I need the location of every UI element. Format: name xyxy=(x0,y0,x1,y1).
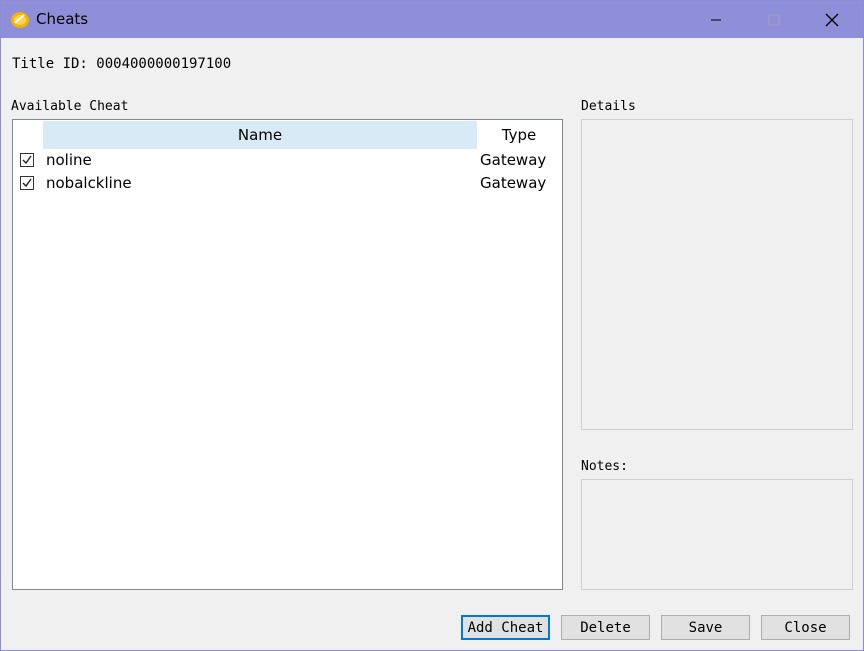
title-bar[interactable]: Cheats xyxy=(1,1,863,38)
cheat-type: Gateway xyxy=(480,151,547,169)
cheats-window: Cheats Title ID: 0004000000197100 Availa… xyxy=(0,0,864,651)
notes-box[interactable] xyxy=(581,479,853,590)
add-cheat-button[interactable]: Add Cheat xyxy=(461,615,550,640)
app-icon xyxy=(10,10,30,30)
cheat-name: nobalckline xyxy=(46,174,132,192)
close-button[interactable]: Close xyxy=(761,615,850,640)
enable-checkbox[interactable] xyxy=(20,153,34,167)
delete-button[interactable]: Delete xyxy=(561,615,650,640)
column-header-type[interactable]: Type xyxy=(479,121,559,149)
enable-checkbox[interactable] xyxy=(20,176,34,190)
available-cheat-label: Available Cheat xyxy=(11,99,129,114)
checkmark-icon xyxy=(22,155,32,165)
cheat-type: Gateway xyxy=(480,174,547,192)
window-title: Cheats xyxy=(36,10,89,28)
cheat-list[interactable]: Name Type noline Gateway nobalckline Gat… xyxy=(12,119,563,590)
title-id-label: Title ID: 0004000000197100 xyxy=(12,56,232,72)
minimize-icon xyxy=(711,19,721,20)
close-icon xyxy=(825,13,839,26)
details-label: Details xyxy=(581,99,636,114)
details-box[interactable] xyxy=(581,119,853,430)
list-item[interactable]: noline Gateway xyxy=(13,150,562,172)
close-window-button[interactable] xyxy=(809,1,855,38)
minimize-button[interactable] xyxy=(693,1,739,38)
maximize-icon xyxy=(768,14,780,25)
maximize-button[interactable] xyxy=(751,1,797,38)
column-header-name[interactable]: Name xyxy=(43,121,477,149)
list-item[interactable]: nobalckline Gateway xyxy=(13,173,562,195)
notes-label: Notes: xyxy=(581,459,628,474)
cheat-name: noline xyxy=(46,151,92,169)
save-button[interactable]: Save xyxy=(661,615,750,640)
checkmark-icon xyxy=(22,178,32,188)
